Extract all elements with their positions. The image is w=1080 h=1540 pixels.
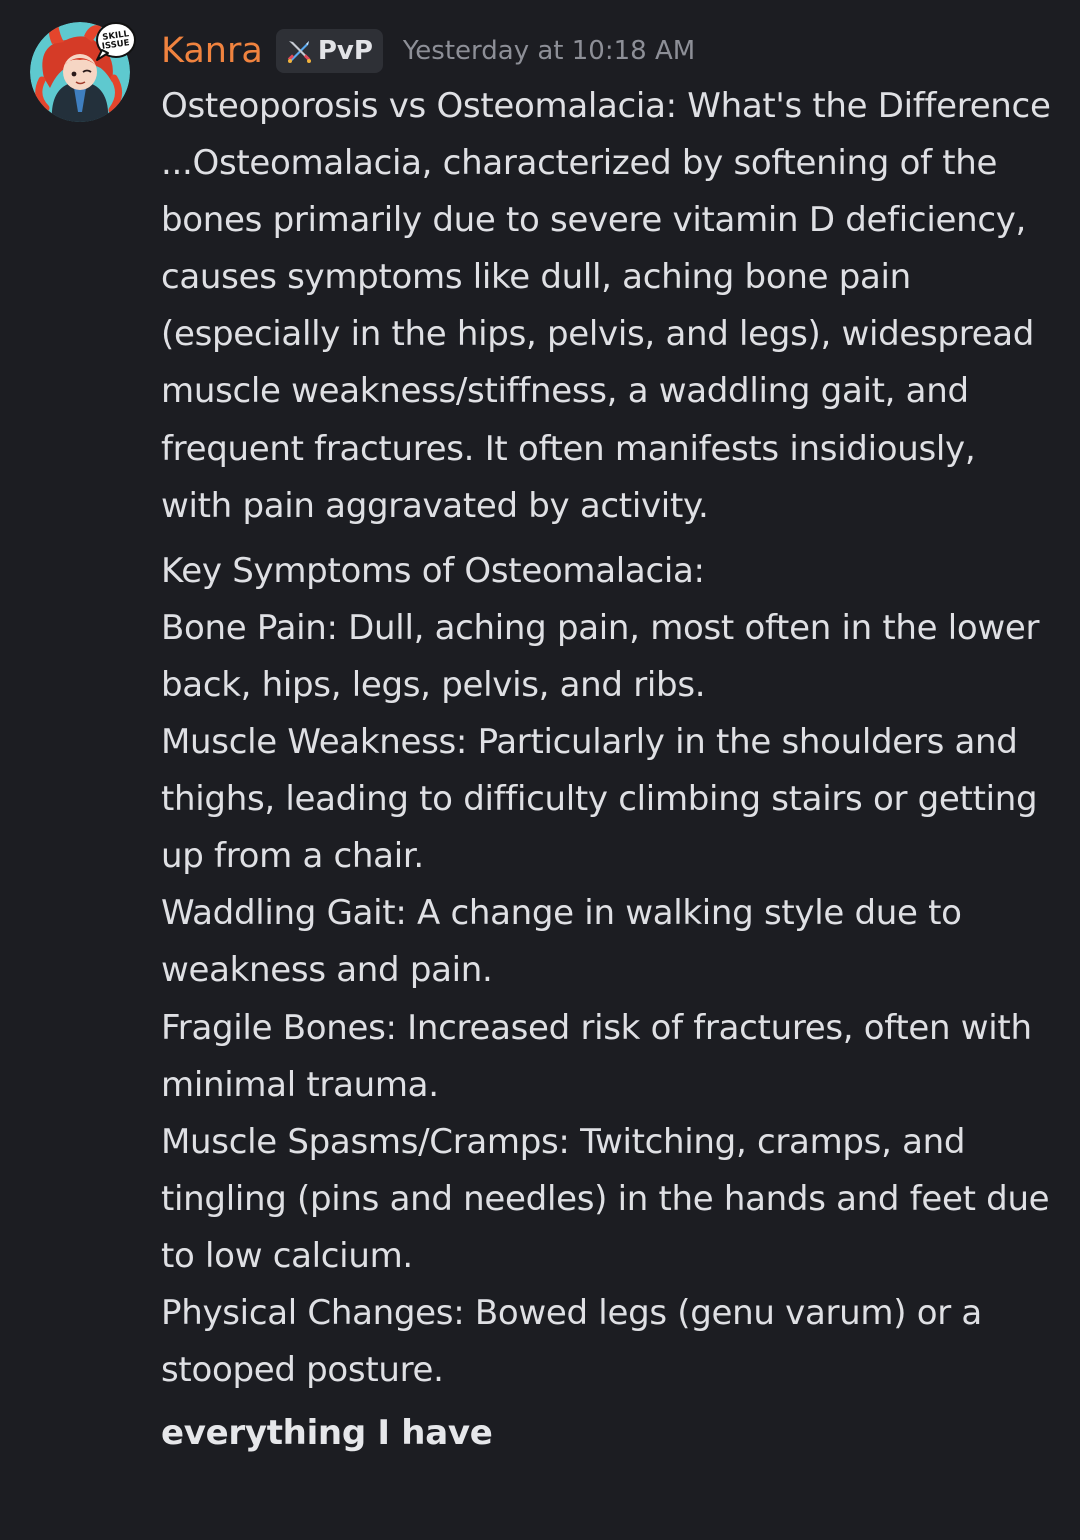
message-header: Kanra PvP Yesterday at 10:18 AM	[161, 27, 695, 75]
symptom-line: Muscle Spasms/Cramps: Twitching, cramps,…	[161, 1121, 1050, 1276]
symptom-line: Physical Changes: Bowed legs (genu varum…	[161, 1292, 982, 1391]
username[interactable]: Kanra	[161, 31, 263, 71]
symptom-line: Fragile Bones: Increased risk of fractur…	[161, 1007, 1032, 1105]
chat-message: SKILL ISSUE Kanra PvP Yesterday at 10:18…	[0, 0, 1080, 1540]
symptom-line: Muscle Weakness: Particularly in the sho…	[161, 722, 1038, 877]
guild-tag[interactable]: PvP	[275, 29, 383, 73]
user-avatar[interactable]: SKILL ISSUE	[30, 22, 136, 124]
symptoms-heading: Key Symptoms of Osteomalacia:	[161, 550, 705, 591]
symptom-line: Waddling Gait: A change in walking style…	[161, 893, 962, 991]
message-paragraph: Osteoporosis vs Osteomalacia: What's the…	[161, 86, 1051, 526]
crossed-swords-icon	[287, 41, 311, 63]
symptom-line: Bone Pain: Dull, aching pain, most often…	[161, 607, 1040, 705]
bold-reply-text: everything I have	[161, 1413, 493, 1454]
message-timestamp[interactable]: Yesterday at 10:18 AM	[403, 36, 695, 66]
guild-tag-label: PvP	[317, 36, 373, 66]
skill-issue-badge-icon: SKILL ISSUE	[96, 22, 136, 61]
message-content: Osteoporosis vs Osteomalacia: What's the…	[161, 78, 1056, 1462]
